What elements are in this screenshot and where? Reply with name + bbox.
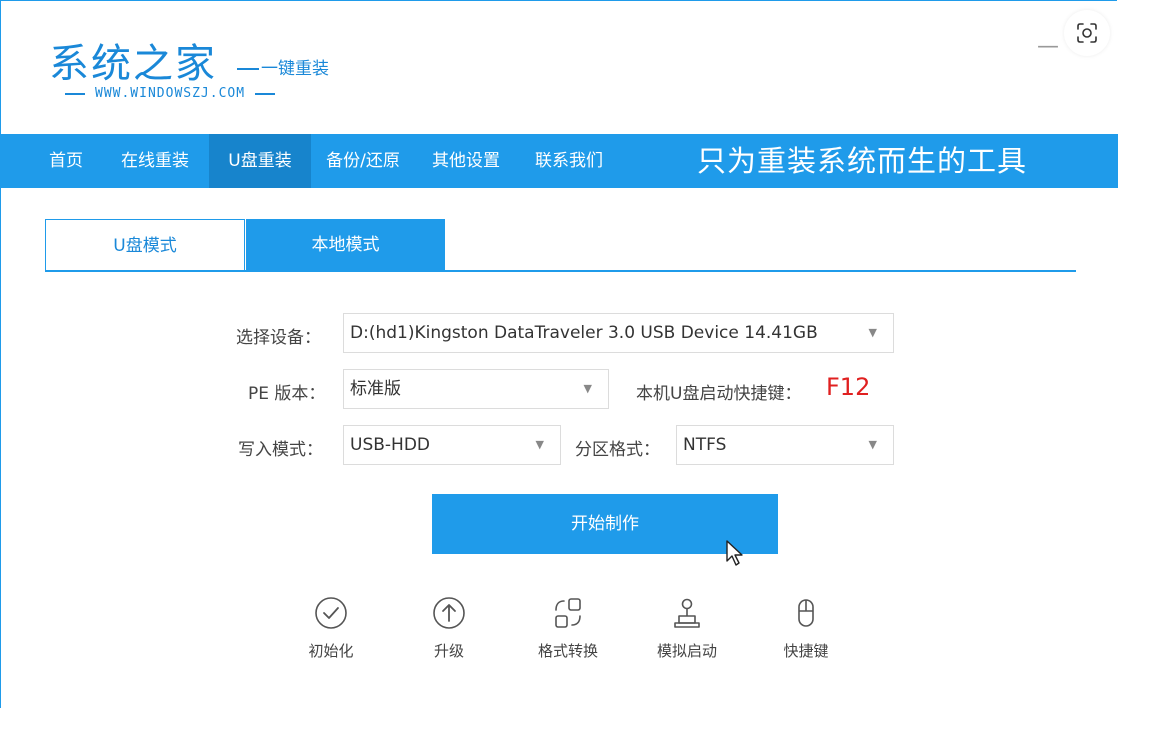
nav-item-contact-us[interactable]: 联系我们	[529, 134, 609, 188]
tab-local-mode[interactable]: 本地模式	[246, 219, 445, 271]
tool-upgrade[interactable]: 升级	[409, 596, 489, 661]
minimize-button[interactable]: —	[1037, 36, 1059, 58]
tab-usb-mode[interactable]: U盘模式	[45, 219, 245, 271]
partition-format-value: NTFS	[683, 435, 727, 455]
tool-format-convert[interactable]: 格式转换	[528, 596, 608, 661]
tab-underline	[45, 270, 1076, 272]
boot-hotkey-value: F12	[826, 373, 871, 401]
tool-hotkey[interactable]: 快捷键	[766, 596, 846, 661]
app-window: 系统之家 一键重装 WWW.WINDOWSZJ.COM — 首页 在线重装 U盘…	[0, 0, 1118, 708]
tool-hotkey-label: 快捷键	[783, 642, 829, 660]
mouse-icon	[798, 599, 814, 627]
tool-upgrade-label: 升级	[433, 642, 464, 660]
tool-format-convert-label: 格式转换	[537, 642, 598, 660]
logo-subtitle: 一键重装	[237, 54, 329, 79]
nav-item-backup-restore[interactable]: 备份/还原	[319, 134, 407, 188]
pe-version-select[interactable]: 标准版 ▼	[343, 369, 609, 409]
write-mode-select[interactable]: USB-HDD ▼	[343, 425, 561, 465]
top-nav: 首页 在线重装 U盘重装 备份/还原 其他设置 联系我们 只为重装系统而生的工具	[1, 134, 1118, 188]
nav-item-home[interactable]: 首页	[45, 134, 87, 188]
write-mode-label: 写入模式：	[238, 440, 323, 460]
chevron-down-icon: ▼	[583, 382, 592, 395]
write-mode-value: USB-HDD	[350, 435, 430, 455]
nav-item-other-settings[interactable]: 其他设置	[425, 134, 507, 188]
device-select[interactable]: D:(hd1)Kingston DataTraveler 3.0 USB Dev…	[343, 313, 894, 353]
pe-version-value: 标准版	[350, 379, 401, 399]
pe-version-label: PE 版本：	[248, 384, 326, 404]
tool-simulate-boot[interactable]: 模拟启动	[647, 596, 727, 661]
arrow-up-circle-icon	[433, 597, 465, 629]
nav-item-usb-reinstall[interactable]: U盘重装	[209, 134, 311, 188]
slogan: 只为重装系统而生的工具	[697, 144, 1028, 178]
tool-simulate-boot-label: 模拟启动	[656, 642, 717, 660]
tool-initialize[interactable]: 初始化	[291, 596, 371, 661]
tool-initialize-label: 初始化	[308, 642, 354, 660]
chevron-down-icon: ▼	[535, 438, 544, 451]
logo-title: 系统之家	[49, 41, 217, 87]
boot-hotkey-hint: 本机U盘启动快捷键：	[636, 384, 802, 404]
partition-format-label: 分区格式：	[575, 440, 660, 460]
nav-item-online-reinstall[interactable]: 在线重装	[116, 134, 194, 188]
mouse-pointer-icon	[726, 540, 743, 566]
visual-search-button[interactable]	[1064, 10, 1110, 56]
joystick-icon	[674, 598, 700, 628]
partition-format-select[interactable]: NTFS ▼	[676, 425, 894, 465]
device-label: 选择设备：	[236, 328, 321, 348]
chevron-down-icon: ▼	[868, 326, 877, 339]
lens-search-icon	[1077, 23, 1097, 43]
device-value: D:(hd1)Kingston DataTraveler 3.0 USB Dev…	[350, 323, 818, 343]
convert-icon	[555, 598, 581, 628]
logo-url: WWW.WINDOWSZJ.COM	[55, 86, 285, 101]
check-circle-icon	[315, 597, 347, 629]
chevron-down-icon: ▼	[868, 438, 877, 451]
